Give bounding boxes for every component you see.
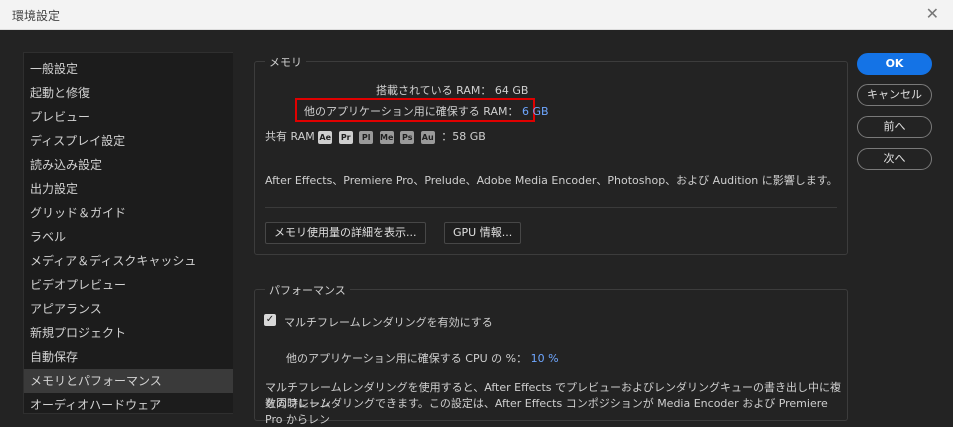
shared-ram-label: 共有 RAM <box>265 130 315 143</box>
shared-ram-row: 共有 RAM Ae Pr Pl Me Ps Au ：58 GB <box>265 128 486 144</box>
memory-group-title: メモリ <box>265 54 306 70</box>
sidebar-item-audio-hardware[interactable]: オーディオハードウェア <box>24 393 233 413</box>
reserved-ram-value[interactable]: 6 GB <box>522 105 549 118</box>
memory-details-button[interactable]: メモリ使用量の詳細を表示... <box>265 222 426 244</box>
reserved-ram-row: 他のアプリケーション用に確保する RAM： 6 GB <box>304 103 549 119</box>
photoshop-icon: Ps <box>400 130 415 144</box>
sidebar-item-import[interactable]: 読み込み設定 <box>24 153 233 177</box>
gpu-info-button[interactable]: GPU 情報... <box>444 222 522 244</box>
title-bar: 環境設定 ✕ <box>0 0 953 30</box>
memory-group: メモリ 搭載されている RAM： 64 GB 他のアプリケーション用に確保する … <box>254 54 848 255</box>
audition-icon: Au <box>420 130 435 144</box>
multiframe-description-line2: を同時にレンダリングできます。この設定は、After Effects コンポジシ… <box>265 397 828 426</box>
sidebar-item-auto-save[interactable]: 自動保存 <box>24 345 233 369</box>
sidebar-item-new-project[interactable]: 新規プロジェクト <box>24 321 233 345</box>
installed-ram-value: 64 GB <box>494 84 529 97</box>
performance-group: パフォーマンス ✓ マルチフレームレンダリングを有効にする 他のアプリケーション… <box>254 282 848 426</box>
sidebar-item-appearance[interactable]: アピアランス <box>24 297 233 321</box>
reserved-ram-label: 他のアプリケーション用に確保する RAM： <box>304 105 519 118</box>
multiframe-label: マルチフレームレンダリングを有効にする <box>284 316 493 329</box>
multiframe-checkbox[interactable]: ✓ <box>264 314 276 326</box>
shared-ram-value: ：58 GB <box>441 130 486 143</box>
premiere-pro-icon: Pr <box>338 130 353 144</box>
sidebar-item-labels[interactable]: ラベル <box>24 225 233 249</box>
after-effects-icon: Ae <box>318 130 333 144</box>
sidebar-item-video-preview[interactable]: ビデオプレビュー <box>24 273 233 297</box>
prelude-icon: Pl <box>359 130 374 144</box>
sidebar-item-memory-performance[interactable]: メモリとパフォーマンス <box>24 369 233 393</box>
cpu-reserve-value[interactable]: 10 % <box>531 352 559 365</box>
sidebar-item-media-disk-cache[interactable]: メディア＆ディスクキャッシュ <box>24 249 233 273</box>
memory-divider <box>265 207 837 208</box>
ok-button[interactable]: OK <box>857 53 932 75</box>
sidebar-item-output[interactable]: 出力設定 <box>24 177 233 201</box>
cancel-button[interactable]: キャンセル <box>857 84 932 106</box>
cpu-reserve-row: 他のアプリケーション用に確保する CPU の %： 10 % <box>286 350 559 366</box>
performance-group-title: パフォーマンス <box>265 282 350 298</box>
sidebar-item-grids-guides[interactable]: グリッド＆ガイド <box>24 201 233 225</box>
memory-note: After Effects、Premiere Pro、Prelude、Adobe… <box>265 174 838 187</box>
sidebar-item-display[interactable]: ディスプレイ設定 <box>24 129 233 153</box>
media-encoder-icon: Me <box>379 130 394 144</box>
sidebar-item-general[interactable]: 一般設定 <box>24 57 233 81</box>
installed-ram-row: 搭載されている RAM： 64 GB <box>376 82 528 98</box>
previous-button[interactable]: 前へ <box>857 116 932 138</box>
close-icon[interactable]: ✕ <box>926 4 939 23</box>
sidebar-item-startup-repair[interactable]: 起動と修復 <box>24 81 233 105</box>
sidebar-item-previews[interactable]: プレビュー <box>24 105 233 129</box>
installed-ram-label: 搭載されている RAM： <box>376 84 492 97</box>
next-button[interactable]: 次へ <box>857 148 932 170</box>
preferences-sidebar: 一般設定 起動と修復 プレビュー ディスプレイ設定 読み込み設定 出力設定 グリ… <box>23 52 233 414</box>
window-title: 環境設定 <box>12 9 61 23</box>
cpu-reserve-label: 他のアプリケーション用に確保する CPU の %： <box>286 352 528 365</box>
